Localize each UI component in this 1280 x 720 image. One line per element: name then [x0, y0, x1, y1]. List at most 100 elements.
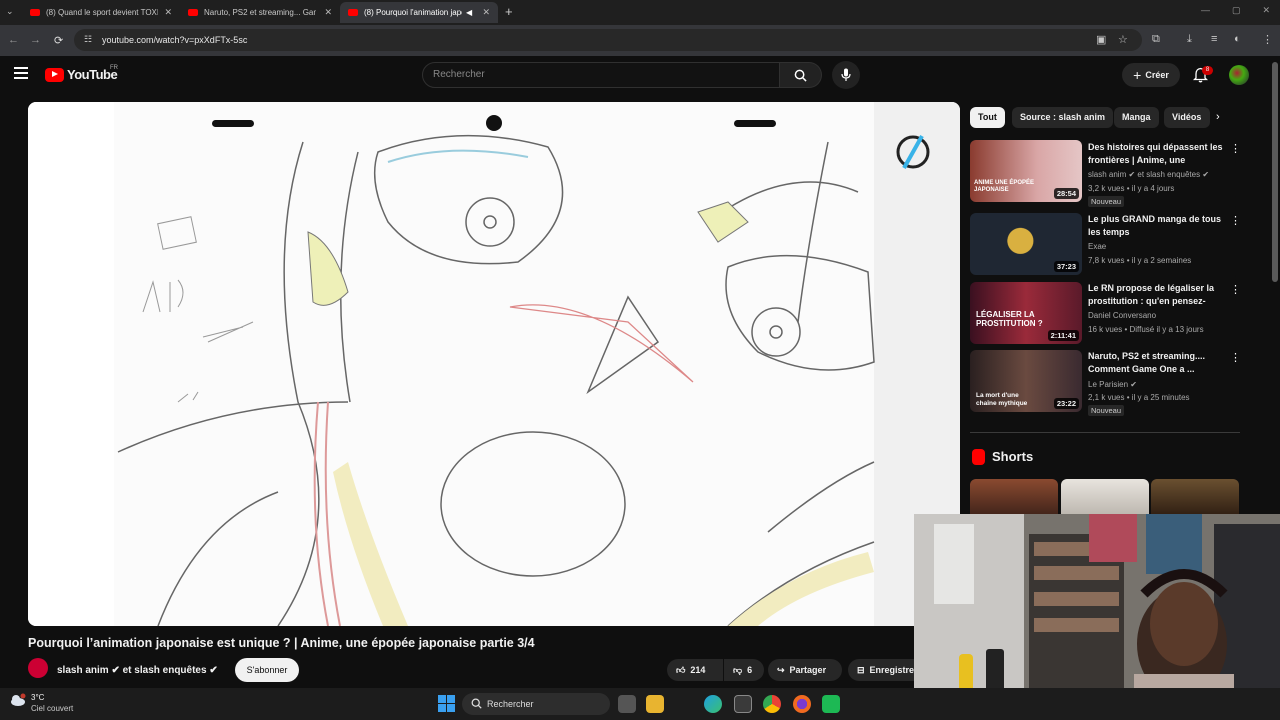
- youtube-logo[interactable]: YouTube: [45, 67, 118, 82]
- more-menu-icon[interactable]: ⋮: [1262, 33, 1273, 46]
- recommendation-meta: 16 k vues • Diffusé il y a 13 jours: [1088, 325, 1204, 334]
- recommendation-channel[interactable]: Daniel Conversano: [1088, 311, 1156, 320]
- site-info-icon[interactable]: ☷: [84, 34, 92, 45]
- search-icon: [794, 69, 807, 82]
- share-button[interactable]: ↪ Partager: [768, 659, 842, 681]
- share-icon: ↪: [777, 664, 785, 675]
- more-actions-icon[interactable]: ⋮: [1230, 142, 1241, 155]
- cast-icon[interactable]: ▣: [1096, 33, 1106, 46]
- maximize-icon[interactable]: ▢: [1232, 5, 1241, 16]
- tab-3-active[interactable]: (8) Pourquoi l'animation japonaise ◀ ✕: [340, 2, 498, 23]
- recommendation-thumbnail[interactable]: La mort d'une chaîne mythique 23:22: [970, 350, 1082, 412]
- create-button[interactable]: + Créer: [1122, 63, 1180, 87]
- url-text[interactable]: youtube.com/watch?v=pxXdFTx-5sc: [102, 35, 247, 45]
- video-title: Pourquoi l’animation japonaise est uniqu…: [28, 636, 535, 650]
- reload-icon[interactable]: ⟳: [54, 34, 63, 47]
- media-control-icon[interactable]: ≡: [1211, 33, 1217, 45]
- app-icon[interactable]: [822, 695, 840, 713]
- region-code: FR: [110, 65, 118, 71]
- chevron-right-icon[interactable]: ›: [1216, 111, 1220, 123]
- new-badge: Nouveau: [1088, 405, 1125, 416]
- search-input[interactable]: Rechercher: [422, 62, 780, 88]
- recommendation-title[interactable]: Des histoires qui dépassent les frontièr…: [1088, 141, 1226, 167]
- video-duration: 28:54: [1053, 188, 1079, 199]
- cloud-weather-icon[interactable]: [10, 693, 26, 707]
- recommendation-meta: 7,8 k vues • il y a 2 semaines: [1088, 256, 1192, 265]
- video-player[interactable]: [28, 102, 960, 626]
- tab-list-icon[interactable]: ⌄: [6, 6, 14, 17]
- dislike-count: 6: [747, 665, 753, 675]
- short-thumbnail[interactable]: [970, 479, 1058, 519]
- chrome-icon[interactable]: [763, 695, 781, 713]
- page-scrollbar[interactable]: [1272, 62, 1278, 282]
- recommendation-thumbnail[interactable]: ANIME UNE ÉPOPÉE JAPONAISE 28:54: [970, 140, 1082, 202]
- recommendation-title[interactable]: Le plus GRAND manga de tous les temps: [1088, 213, 1226, 239]
- account-avatar[interactable]: [1229, 65, 1249, 85]
- task-view-icon[interactable]: [618, 695, 636, 713]
- shorts-heading: Shorts: [992, 449, 1034, 464]
- youtube-play-icon: [45, 67, 64, 82]
- microsoft-store-icon[interactable]: [734, 695, 752, 713]
- chip-videos[interactable]: Vidéos: [1164, 107, 1210, 128]
- short-thumbnail[interactable]: [1061, 479, 1149, 519]
- create-label: Créer: [1145, 70, 1169, 80]
- extensions-icon[interactable]: ⧉: [1152, 33, 1160, 46]
- voice-search-button[interactable]: [832, 61, 860, 89]
- thumbnail-text: La mort d'une chaîne mythique: [976, 392, 1028, 407]
- tab-2[interactable]: Naruto, PS2 et streaming... Game ✕: [180, 2, 340, 23]
- bookmark-star-icon[interactable]: ☆: [1118, 33, 1128, 46]
- slash-anim-watermark: [896, 135, 930, 169]
- tab-1[interactable]: (8) Quand le sport devient TOXIC ✕: [22, 2, 180, 23]
- channel-avatar[interactable]: [28, 658, 48, 678]
- recommendation-title[interactable]: Le RN propose de légaliser la prostituti…: [1088, 282, 1226, 308]
- new-tab-button[interactable]: +: [505, 4, 513, 19]
- thumbnail-text: LÉGALISER LA PROSTITUTION ?: [976, 310, 1043, 328]
- window-controls: — ▢ ✕: [1201, 5, 1270, 16]
- recommendation-channel[interactable]: slash anim ✔ et slash enquêtes ✔: [1088, 170, 1209, 179]
- search-button[interactable]: [780, 62, 822, 88]
- like-count: 214: [690, 665, 706, 675]
- edge-icon[interactable]: [704, 695, 722, 713]
- recommendation-channel[interactable]: Exae: [1088, 242, 1106, 251]
- more-actions-icon[interactable]: ⋮: [1230, 351, 1241, 364]
- microphone-icon: [841, 68, 851, 81]
- close-icon[interactable]: ✕: [324, 7, 332, 18]
- save-button[interactable]: ⊟ Enregistrer: [848, 659, 914, 681]
- forward-icon[interactable]: →: [30, 34, 41, 46]
- back-icon[interactable]: ←: [8, 34, 19, 46]
- channel-name[interactable]: slash anim ✔ et slash enquêtes ✔: [57, 665, 218, 676]
- hamburger-menu-icon[interactable]: [14, 67, 28, 82]
- recommendation-thumbnail[interactable]: 37:23: [970, 213, 1082, 275]
- plus-icon: +: [1133, 67, 1142, 83]
- section-divider: [970, 432, 1240, 433]
- shorts-icon: [972, 449, 985, 465]
- more-actions-icon[interactable]: ⋮: [1230, 283, 1241, 296]
- profile-icon[interactable]: ◐: [1234, 33, 1241, 45]
- recommendation-channel[interactable]: Le Parisien ✔: [1088, 380, 1137, 389]
- weather-description: Ciel couvert: [31, 704, 74, 713]
- dislike-button[interactable]: 👎︎ 6: [724, 659, 764, 681]
- share-label: Partager: [789, 665, 827, 675]
- chip-source[interactable]: Source : slash anim: [1012, 107, 1114, 128]
- taskbar-search[interactable]: Rechercher: [462, 693, 610, 715]
- windows-start-icon[interactable]: [438, 695, 455, 712]
- close-window-icon[interactable]: ✕: [1262, 5, 1270, 16]
- subscribe-button[interactable]: S'abonner: [235, 658, 299, 682]
- close-icon[interactable]: ✕: [482, 7, 490, 18]
- firefox-icon[interactable]: [793, 695, 811, 713]
- file-explorer-icon[interactable]: [646, 695, 664, 713]
- chip-all[interactable]: Tout: [970, 107, 1005, 128]
- audio-icon: ◀: [466, 8, 473, 17]
- video-duration: 23:22: [1053, 398, 1079, 409]
- recommendation-title[interactable]: Naruto, PS2 et streaming.... Comment Gam…: [1088, 350, 1226, 376]
- chip-manga[interactable]: Manga: [1114, 107, 1159, 128]
- short-thumbnail[interactable]: [1151, 479, 1239, 519]
- close-icon[interactable]: ✕: [164, 7, 172, 18]
- thumbs-down-icon: 👎︎: [733, 664, 743, 675]
- minimize-icon[interactable]: —: [1201, 5, 1210, 16]
- like-button[interactable]: 👍︎ 214: [667, 659, 723, 681]
- recommendation-thumbnail[interactable]: LÉGALISER LA PROSTITUTION ? 2:11:41: [970, 282, 1082, 344]
- thumbs-up-icon: 👍︎: [676, 664, 686, 675]
- download-icon[interactable]: ⤓: [1187, 33, 1192, 46]
- more-actions-icon[interactable]: ⋮: [1230, 214, 1241, 227]
